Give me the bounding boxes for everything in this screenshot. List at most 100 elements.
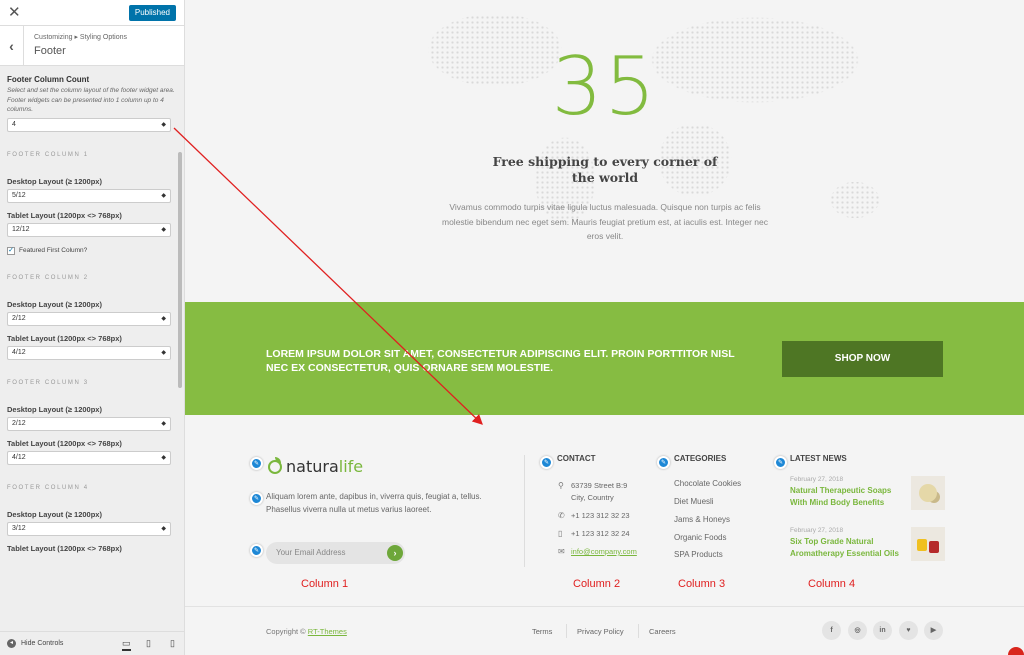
- back-icon[interactable]: ‹: [0, 26, 24, 66]
- section-header: ‹ Customizing ▸ Styling Options Footer: [0, 26, 184, 66]
- privacy-policy-link[interactable]: Privacy Policy: [577, 627, 624, 636]
- select-value: 4/12: [12, 453, 26, 461]
- checkbox-checked-icon: ✓: [7, 246, 15, 255]
- col2-tablet-label: Tablet Layout (1200px <> 768px): [7, 333, 122, 343]
- mobile-icon: ▯: [558, 529, 563, 538]
- hide-controls-button[interactable]: ◂ Hide Controls: [7, 639, 63, 648]
- column-divider: [524, 455, 525, 567]
- col4-tablet-label: Tablet Layout (1200px <> 768px): [7, 543, 122, 553]
- footer-about-text: Aliquam lorem ante, dapibus in, viverra …: [266, 492, 482, 514]
- news-title[interactable]: Natural Therapeutic Soaps With Mind Body…: [790, 485, 902, 509]
- hero-text: Vivamus commodo turpis vitae ligula luct…: [442, 202, 768, 241]
- footer-column-3-heading: FOOTER COLUMN 3: [7, 379, 89, 386]
- select-arrow-icon: ◆: [161, 226, 166, 233]
- edit-pencil-icon[interactable]: ✎: [250, 457, 263, 470]
- terms-link[interactable]: Terms: [532, 627, 552, 636]
- mobile-text: +1 123 312 32 24: [571, 529, 630, 538]
- logo-text-part2: life: [338, 457, 364, 476]
- select-arrow-icon: ◆: [161, 192, 166, 199]
- col3-desktop-select[interactable]: 2/12 ◆: [7, 416, 171, 431]
- footer-column-1-heading: FOOTER COLUMN 1: [7, 151, 89, 158]
- news-thumbnail[interactable]: [911, 527, 945, 561]
- category-link[interactable]: Chocolate Cookies: [674, 479, 741, 488]
- phone-icon: ✆: [558, 511, 565, 520]
- column-2-annotation: Column 2: [573, 578, 621, 590]
- category-link[interactable]: SPA Products: [674, 550, 723, 559]
- tablet-icon[interactable]: ▯: [146, 638, 151, 649]
- careers-link[interactable]: Careers: [649, 627, 676, 636]
- edit-pencil-icon[interactable]: ✎: [657, 456, 670, 469]
- contact-mobile: ▯ +1 123 312 32 24: [558, 528, 630, 540]
- latest-news-title: LATEST NEWS: [790, 454, 847, 463]
- instagram-icon[interactable]: ◎: [848, 621, 867, 640]
- checkbox-label: Featured First Column?: [19, 247, 88, 254]
- col1-desktop-select[interactable]: 5/12 ◆: [7, 188, 171, 203]
- submit-arrow-icon[interactable]: ›: [387, 545, 403, 561]
- select-value: 5/12: [12, 191, 26, 199]
- featured-first-column-checkbox[interactable]: ✓ Featured First Column?: [7, 246, 177, 255]
- map-pin-icon: ⚲: [558, 481, 564, 490]
- sidebar-footer: ◂ Hide Controls ▭ ▯ ▯: [0, 631, 184, 655]
- naturalife-logo[interactable]: naturalife: [268, 456, 364, 476]
- news-title[interactable]: Six Top Grade Natural Aromatherapy Essen…: [790, 536, 902, 560]
- news-thumbnail[interactable]: [911, 476, 945, 510]
- leaf-icon: [268, 456, 282, 474]
- shop-now-button[interactable]: SHOP NOW: [782, 341, 943, 377]
- mobile-icon[interactable]: ▯: [170, 638, 175, 649]
- select-value: 12/12: [12, 225, 30, 233]
- select-value: 4: [12, 120, 16, 128]
- email-link[interactable]: info@company.com: [571, 546, 637, 558]
- select-arrow-icon: ◆: [161, 454, 166, 461]
- banner-text: LOREM IPSUM DOLOR SIT AMET, CONSECTETUR …: [266, 348, 735, 374]
- news-item[interactable]: February 27, 2018 Six Top Grade Natural …: [790, 527, 945, 561]
- category-link[interactable]: Organic Foods: [674, 533, 726, 542]
- twitter-icon[interactable]: ♥: [899, 621, 918, 640]
- linkedin-icon[interactable]: in: [873, 621, 892, 640]
- footer-column-count-select[interactable]: 4 ◆: [7, 117, 171, 132]
- collapse-icon: ◂: [7, 639, 16, 648]
- published-button[interactable]: Published: [128, 5, 176, 21]
- col4-desktop-label: Desktop Layout (≥ 1200px): [7, 509, 102, 519]
- select-arrow-icon: ◆: [161, 121, 166, 128]
- col1-tablet-label: Tablet Layout (1200px <> 768px): [7, 210, 122, 220]
- select-arrow-icon: ◆: [161, 420, 166, 427]
- link-separator: [638, 624, 639, 638]
- sidebar-scrollbar[interactable]: [178, 152, 182, 388]
- hero-section: 35 Free shipping to every corner of the …: [185, 0, 1024, 302]
- rt-themes-link[interactable]: RT-Themes: [308, 627, 347, 636]
- hero-number: 35: [551, 40, 658, 133]
- contact-address: ⚲ 63739 Street B:9 City, Country: [558, 480, 627, 504]
- link-separator: [566, 624, 567, 638]
- col1-tablet-select[interactable]: 12/12 ◆: [7, 222, 171, 237]
- close-icon[interactable]: ✕: [8, 3, 22, 23]
- category-link[interactable]: Diet Muesli: [674, 497, 714, 506]
- site-preview: 35 Free shipping to every corner of the …: [185, 0, 1024, 655]
- news-item[interactable]: February 27, 2018 Natural Therapeutic So…: [790, 476, 945, 510]
- col3-tablet-select[interactable]: 4/12 ◆: [7, 450, 171, 465]
- column-3-annotation: Column 3: [678, 578, 726, 590]
- copyright: Copyright © RT-Themes: [266, 627, 347, 636]
- edit-pencil-icon[interactable]: ✎: [250, 492, 263, 505]
- col4-desktop-select[interactable]: 3/12 ◆: [7, 521, 171, 536]
- footer-column-count-description: Select and set the column layout of the …: [7, 87, 175, 113]
- category-link[interactable]: Jams & Honeys: [674, 515, 730, 524]
- edit-pencil-icon[interactable]: ✎: [250, 544, 263, 557]
- contact-email[interactable]: ✉ info@company.com: [558, 546, 637, 558]
- categories-title: CATEGORIES: [674, 454, 727, 463]
- hero-title: Free shipping to every corner of the wor…: [492, 154, 718, 185]
- newsletter-email-input[interactable]: Your Email Address ›: [266, 542, 405, 564]
- edit-pencil-icon[interactable]: ✎: [774, 456, 787, 469]
- select-arrow-icon: ◆: [161, 349, 166, 356]
- col2-desktop-select[interactable]: 2/12 ◆: [7, 311, 171, 326]
- desktop-icon[interactable]: ▭: [122, 638, 131, 651]
- youtube-icon[interactable]: ▶: [924, 621, 943, 640]
- facebook-icon[interactable]: f: [822, 621, 841, 640]
- select-arrow-icon: ◆: [161, 525, 166, 532]
- notification-dot: [1008, 647, 1024, 655]
- section-title: Footer: [34, 45, 66, 57]
- email-placeholder: Your Email Address: [276, 548, 346, 557]
- contact-title: CONTACT: [557, 454, 596, 463]
- edit-pencil-icon[interactable]: ✎: [540, 456, 553, 469]
- copyright-text: Copyright ©: [266, 627, 308, 636]
- col2-tablet-select[interactable]: 4/12 ◆: [7, 345, 171, 360]
